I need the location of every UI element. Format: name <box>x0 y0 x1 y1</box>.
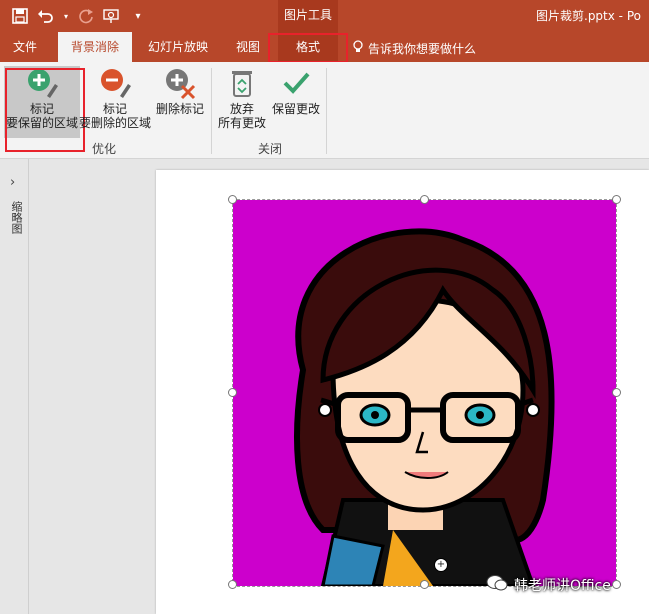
undo-icon[interactable] <box>36 6 56 26</box>
discard-label-2: 所有更改 <box>217 116 266 130</box>
delete-mark-label: 删除标记 <box>155 102 204 116</box>
tell-me-box[interactable]: 告诉我你想要做什么 <box>352 40 476 57</box>
resize-handle-top-left[interactable] <box>228 195 237 204</box>
resize-handle-bottom-right[interactable] <box>612 580 621 589</box>
save-icon[interactable] <box>10 6 30 26</box>
delete-mark-icon <box>163 66 197 100</box>
resize-handle-top[interactable] <box>420 195 429 204</box>
redo-icon[interactable] <box>76 6 96 26</box>
delete-mark-button[interactable]: 删除标记 <box>152 66 208 116</box>
tab-view[interactable]: 视图 <box>226 32 270 62</box>
resize-handle-right[interactable] <box>612 388 621 397</box>
keep-changes-label: 保留更改 <box>271 102 320 116</box>
group-separator-2 <box>326 68 327 154</box>
checkmark-icon <box>279 66 313 100</box>
mark-remove-button[interactable]: 标记 要删除的区域 <box>78 66 152 130</box>
format-tab-highlight <box>268 33 348 63</box>
picture-tools-context: 图片工具 <box>278 0 338 32</box>
tab-slideshow[interactable]: 幻灯片放映 <box>140 32 216 62</box>
discard-changes-button[interactable]: 放弃 所有更改 <box>216 66 268 130</box>
expand-chevron-icon[interactable]: › <box>10 175 15 190</box>
keep-changes-button[interactable]: 保留更改 <box>270 66 322 116</box>
group-optimize-label: 优化 <box>92 142 117 156</box>
mark-keep-highlight <box>5 68 85 152</box>
present-from-start-icon[interactable] <box>102 6 122 26</box>
resize-handle-bottom[interactable] <box>420 580 429 589</box>
title-bar: ▾ ▾ 图片工具 图片裁剪.pptx - Po <box>0 0 649 32</box>
ribbon-tabs: 文件 背景消除 幻灯片放映 视图 格式 告诉我你想要做什么 <box>0 32 649 63</box>
watermark-text: 韩老师讲Office <box>514 578 611 594</box>
tab-file[interactable]: 文件 <box>0 32 50 62</box>
quick-access-toolbar: ▾ ▾ <box>10 6 148 26</box>
undo-dropdown-icon[interactable]: ▾ <box>62 6 70 26</box>
group-close-label: 关闭 <box>258 142 283 156</box>
tell-me-text: 告诉我你想要做什么 <box>368 42 477 56</box>
resize-handle-top-right[interactable] <box>612 195 621 204</box>
recycle-bin-icon <box>225 66 259 100</box>
resize-handle-bottom-left[interactable] <box>228 580 237 589</box>
tab-background-removal[interactable]: 背景消除 <box>58 32 132 62</box>
mark-remove-label-1: 标记 <box>102 102 127 116</box>
mark-cursor-icon: + <box>434 558 448 572</box>
ribbon: 标记 要保留的区域 标记 要删除的区域 删除标记 优化 放弃 所有更改 保留更改… <box>0 62 649 159</box>
watermark: 韩老师讲Office <box>486 574 611 596</box>
thumbnail-pane-label: 缩略图 <box>10 201 23 234</box>
mark-remove-label-2: 要删除的区域 <box>78 116 151 130</box>
selection-rectangle <box>232 199 617 587</box>
lightbulb-icon <box>352 40 364 57</box>
discard-label-1: 放弃 <box>229 102 254 116</box>
customize-qat-icon[interactable]: ▾ <box>128 6 148 26</box>
group-separator <box>211 68 212 154</box>
thumbnail-pane: › 缩略图 <box>0 159 29 614</box>
resize-handle-left[interactable] <box>228 388 237 397</box>
document-title: 图片裁剪.pptx - Po <box>536 9 641 23</box>
wechat-icon <box>486 574 508 596</box>
mark-remove-icon <box>98 66 132 100</box>
